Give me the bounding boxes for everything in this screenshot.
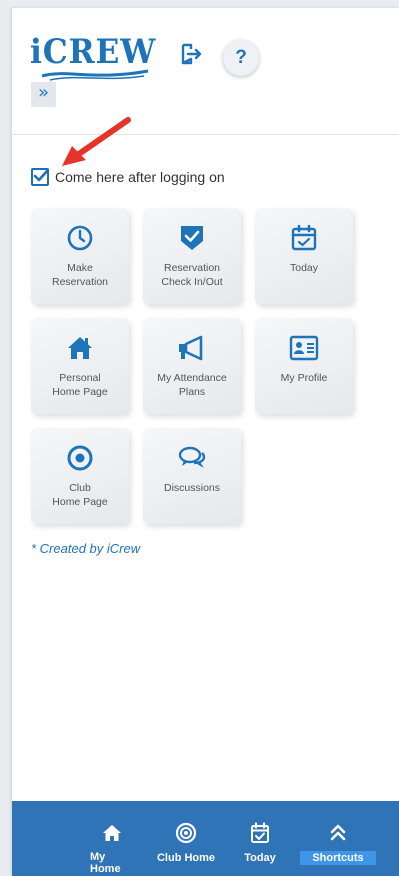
id-card-icon <box>289 335 319 361</box>
chat-bubbles-icon <box>178 446 206 468</box>
nav-shortcuts[interactable]: Shortcuts <box>298 801 378 876</box>
tile-label: Personal Home Page <box>52 372 108 398</box>
tile-club-home-page[interactable]: Club Home Page <box>31 428 129 524</box>
nav-club-home[interactable]: Club Home <box>150 801 222 876</box>
nav-label: Club Home <box>156 852 216 864</box>
home-preference-row[interactable]: Come here after logging on <box>31 166 225 188</box>
megaphone-icon <box>179 335 203 361</box>
bottom-nav-bar: My Home Club Home Today Shortcuts <box>12 801 399 876</box>
calendar-check-icon <box>251 822 269 843</box>
shortcuts-page: iCREW ? » Come here after logging on Mak… <box>12 8 399 876</box>
home-icon <box>68 337 92 359</box>
tile-label: My Attendance Plans <box>157 372 227 398</box>
shortcut-grid: Make Reservation Reservation Check In/Ou… <box>31 208 361 528</box>
home-icon <box>103 824 121 841</box>
tile-reservation-check-in-out[interactable]: Reservation Check In/Out <box>143 208 241 304</box>
tile-my-attendance-plans[interactable]: My Attendance Plans <box>143 318 241 414</box>
tile-label: Today <box>289 262 319 274</box>
tile-discussions[interactable]: Discussions <box>143 428 241 524</box>
tile-label: Reservation Check In/Out <box>161 262 223 288</box>
help-button[interactable]: ? <box>223 40 259 76</box>
tile-personal-home-page[interactable]: Personal Home Page <box>31 318 129 414</box>
nav-today[interactable]: Today <box>232 801 288 876</box>
nav-label: My Home <box>90 851 121 875</box>
tile-my-profile[interactable]: My Profile <box>255 318 353 414</box>
clock-icon <box>67 225 93 251</box>
logout-icon[interactable] <box>179 42 203 66</box>
home-preference-checkbox[interactable] <box>31 168 49 186</box>
shield-check-icon <box>181 226 203 250</box>
logo-wave-icon <box>41 69 149 81</box>
icrew-logo[interactable]: iCREW <box>30 32 156 72</box>
tile-today[interactable]: Today <box>255 208 353 304</box>
tile-label: Discussions <box>163 482 221 494</box>
checkmark-icon <box>33 168 49 182</box>
tile-make-reservation[interactable]: Make Reservation <box>31 208 129 304</box>
created-by-note: * Created by iCrew <box>31 541 141 556</box>
nav-my-home[interactable]: My Home <box>84 801 140 876</box>
tile-label: Make Reservation <box>51 262 109 288</box>
tile-label: My Profile <box>280 372 328 384</box>
expand-menu-button[interactable]: » <box>31 82 56 107</box>
nav-label: Today <box>244 852 276 864</box>
home-preference-label: Come here after logging on <box>55 169 225 185</box>
target-icon <box>67 445 93 471</box>
calendar-check-icon <box>291 224 317 251</box>
tile-label: Club Home Page <box>52 482 108 508</box>
nav-label-active: Shortcuts <box>300 851 376 865</box>
double-chevron-up-icon <box>330 824 346 841</box>
target-icon <box>175 822 197 844</box>
